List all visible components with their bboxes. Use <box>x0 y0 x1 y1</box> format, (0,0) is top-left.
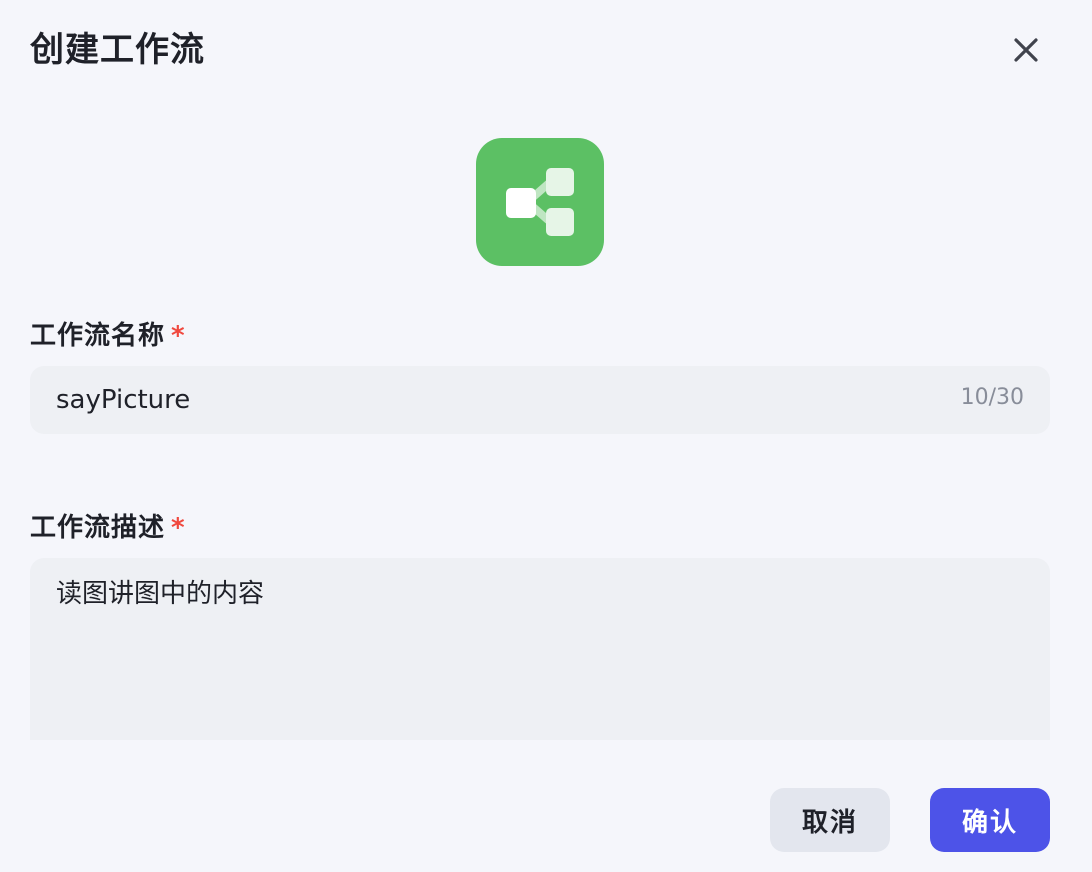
create-workflow-dialog: 创建工作流 工作流名称* 10/30 工作流描述* 读图讲图中的内容 取消 确认 <box>0 0 1092 872</box>
confirm-button[interactable]: 确认 <box>930 788 1050 852</box>
workflow-desc-label-text: 工作流描述 <box>30 513 166 543</box>
workflow-desc-textarea[interactable]: 读图讲图中的内容 <box>56 576 1024 726</box>
close-icon <box>1014 38 1038 62</box>
workflow-avatar[interactable] <box>476 138 604 266</box>
char-counter: 10/30 <box>960 385 1024 410</box>
required-mark: * <box>171 513 186 543</box>
required-mark: * <box>171 321 186 351</box>
close-button[interactable] <box>1006 30 1046 70</box>
workflow-name-field[interactable]: 10/30 <box>30 366 1050 434</box>
workflow-name-label: 工作流名称 * <box>30 318 186 354</box>
dialog-title: 创建工作流 <box>30 30 205 70</box>
workflow-node-icon <box>506 168 574 236</box>
workflow-name-input[interactable] <box>56 366 936 434</box>
workflow-desc-field[interactable]: 读图讲图中的内容 <box>30 558 1050 740</box>
workflow-desc-label: 工作流描述 * <box>30 510 186 546</box>
cancel-button[interactable]: 取消 <box>770 788 890 852</box>
workflow-name-label-text: 工作流名称 <box>30 321 166 351</box>
